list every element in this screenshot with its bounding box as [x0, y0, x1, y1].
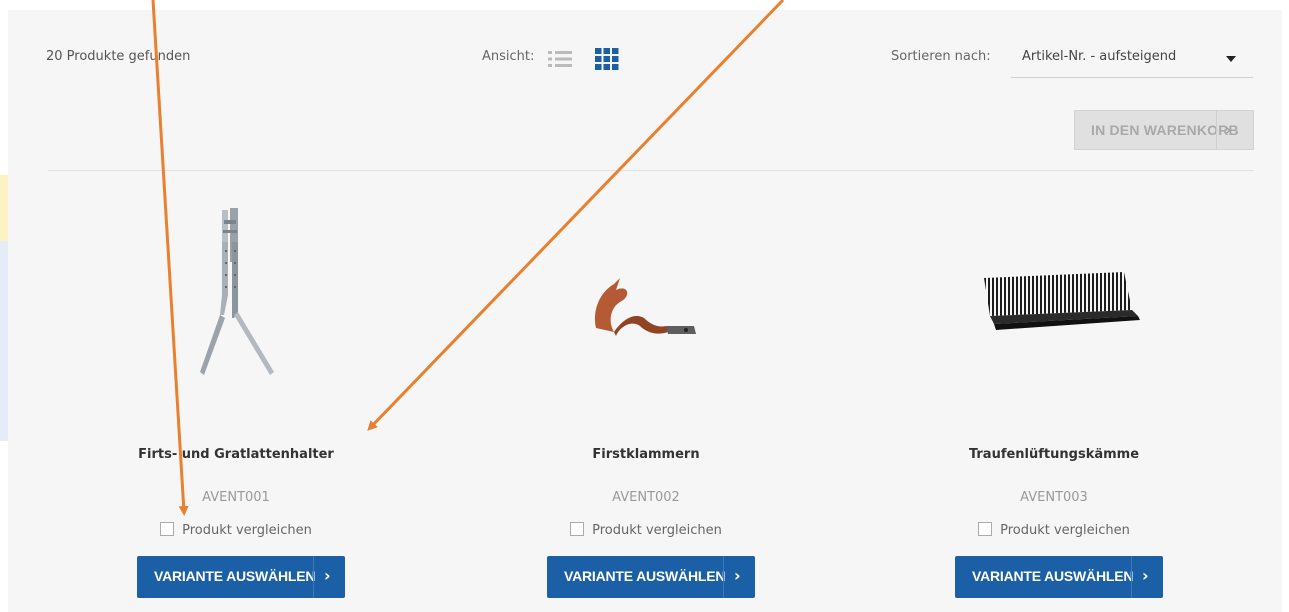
compare-label: Produkt vergleichen [1000, 523, 1130, 538]
button-separator [313, 556, 314, 598]
product-sku: AVENT003 [1020, 490, 1088, 505]
product-name[interactable]: Firts- und Gratlattenhalter [106, 447, 366, 462]
product-name[interactable]: Firstklammern [516, 447, 776, 462]
compare-checkbox[interactable]: Produkt vergleichen [516, 522, 776, 540]
sort-label: Sortieren nach: [891, 49, 991, 64]
select-variant-button[interactable]: VARIANTE AUSWÄHLEN › [547, 556, 755, 598]
compare-checkbox[interactable]: Produkt vergleichen [924, 522, 1184, 540]
product-card: Firts- und Gratlattenhalter AVENT001 Pro… [106, 200, 366, 610]
product-card: Traufenlüftungskämme AVENT003 Produkt ve… [924, 200, 1184, 610]
product-sku: AVENT001 [202, 490, 270, 505]
select-variant-button[interactable]: VARIANTE AUSWÄHLEN › [955, 556, 1163, 598]
product-name[interactable]: Traufenlüftungskämme [924, 447, 1184, 462]
add-to-cart-button[interactable]: IN DEN WARENKORB › [1074, 110, 1254, 150]
product-sku: AVENT002 [612, 490, 680, 505]
grid-view-icon[interactable] [595, 48, 619, 70]
button-separator [1131, 556, 1132, 598]
results-count: 20 Produkte gefunden [46, 49, 191, 64]
chevron-right-icon: › [324, 566, 331, 585]
chevron-right-icon: › [734, 566, 741, 585]
product-image-lath-holder[interactable] [106, 200, 366, 400]
caret-down-icon [1226, 56, 1236, 62]
select-variant-label: VARIANTE AUSWÄHLEN [564, 568, 726, 584]
checkbox-icon[interactable] [978, 522, 993, 536]
button-separator [1216, 111, 1217, 149]
select-variant-label: VARIANTE AUSWÄHLEN [154, 568, 316, 584]
select-variant-button[interactable]: VARIANTE AUSWÄHLEN › [137, 556, 345, 598]
product-listing-panel: 20 Produkte gefunden Ansicht: Sortieren … [8, 10, 1282, 612]
compare-label: Produkt vergleichen [592, 523, 722, 538]
chevron-right-icon: › [1225, 120, 1232, 139]
sort-dropdown[interactable]: Artikel-Nr. - aufsteigend [1011, 40, 1253, 78]
compare-label: Produkt vergleichen [182, 523, 312, 538]
compare-checkbox[interactable]: Produkt vergleichen [106, 522, 366, 540]
button-separator [723, 556, 724, 598]
product-image-ridge-clip[interactable] [516, 200, 776, 400]
checkbox-icon[interactable] [160, 522, 175, 536]
checkbox-icon[interactable] [570, 522, 585, 536]
sort-value: Artikel-Nr. - aufsteigend [1022, 49, 1177, 64]
list-view-icon[interactable] [548, 50, 572, 68]
toolbar-divider [48, 170, 1254, 171]
select-variant-label: VARIANTE AUSWÄHLEN [972, 568, 1134, 584]
view-label: Ansicht: [482, 49, 535, 64]
product-image-eaves-comb[interactable] [924, 200, 1184, 400]
chevron-right-icon: › [1142, 566, 1149, 585]
product-card: Firstklammern AVENT002 Produkt vergleich… [516, 200, 776, 610]
